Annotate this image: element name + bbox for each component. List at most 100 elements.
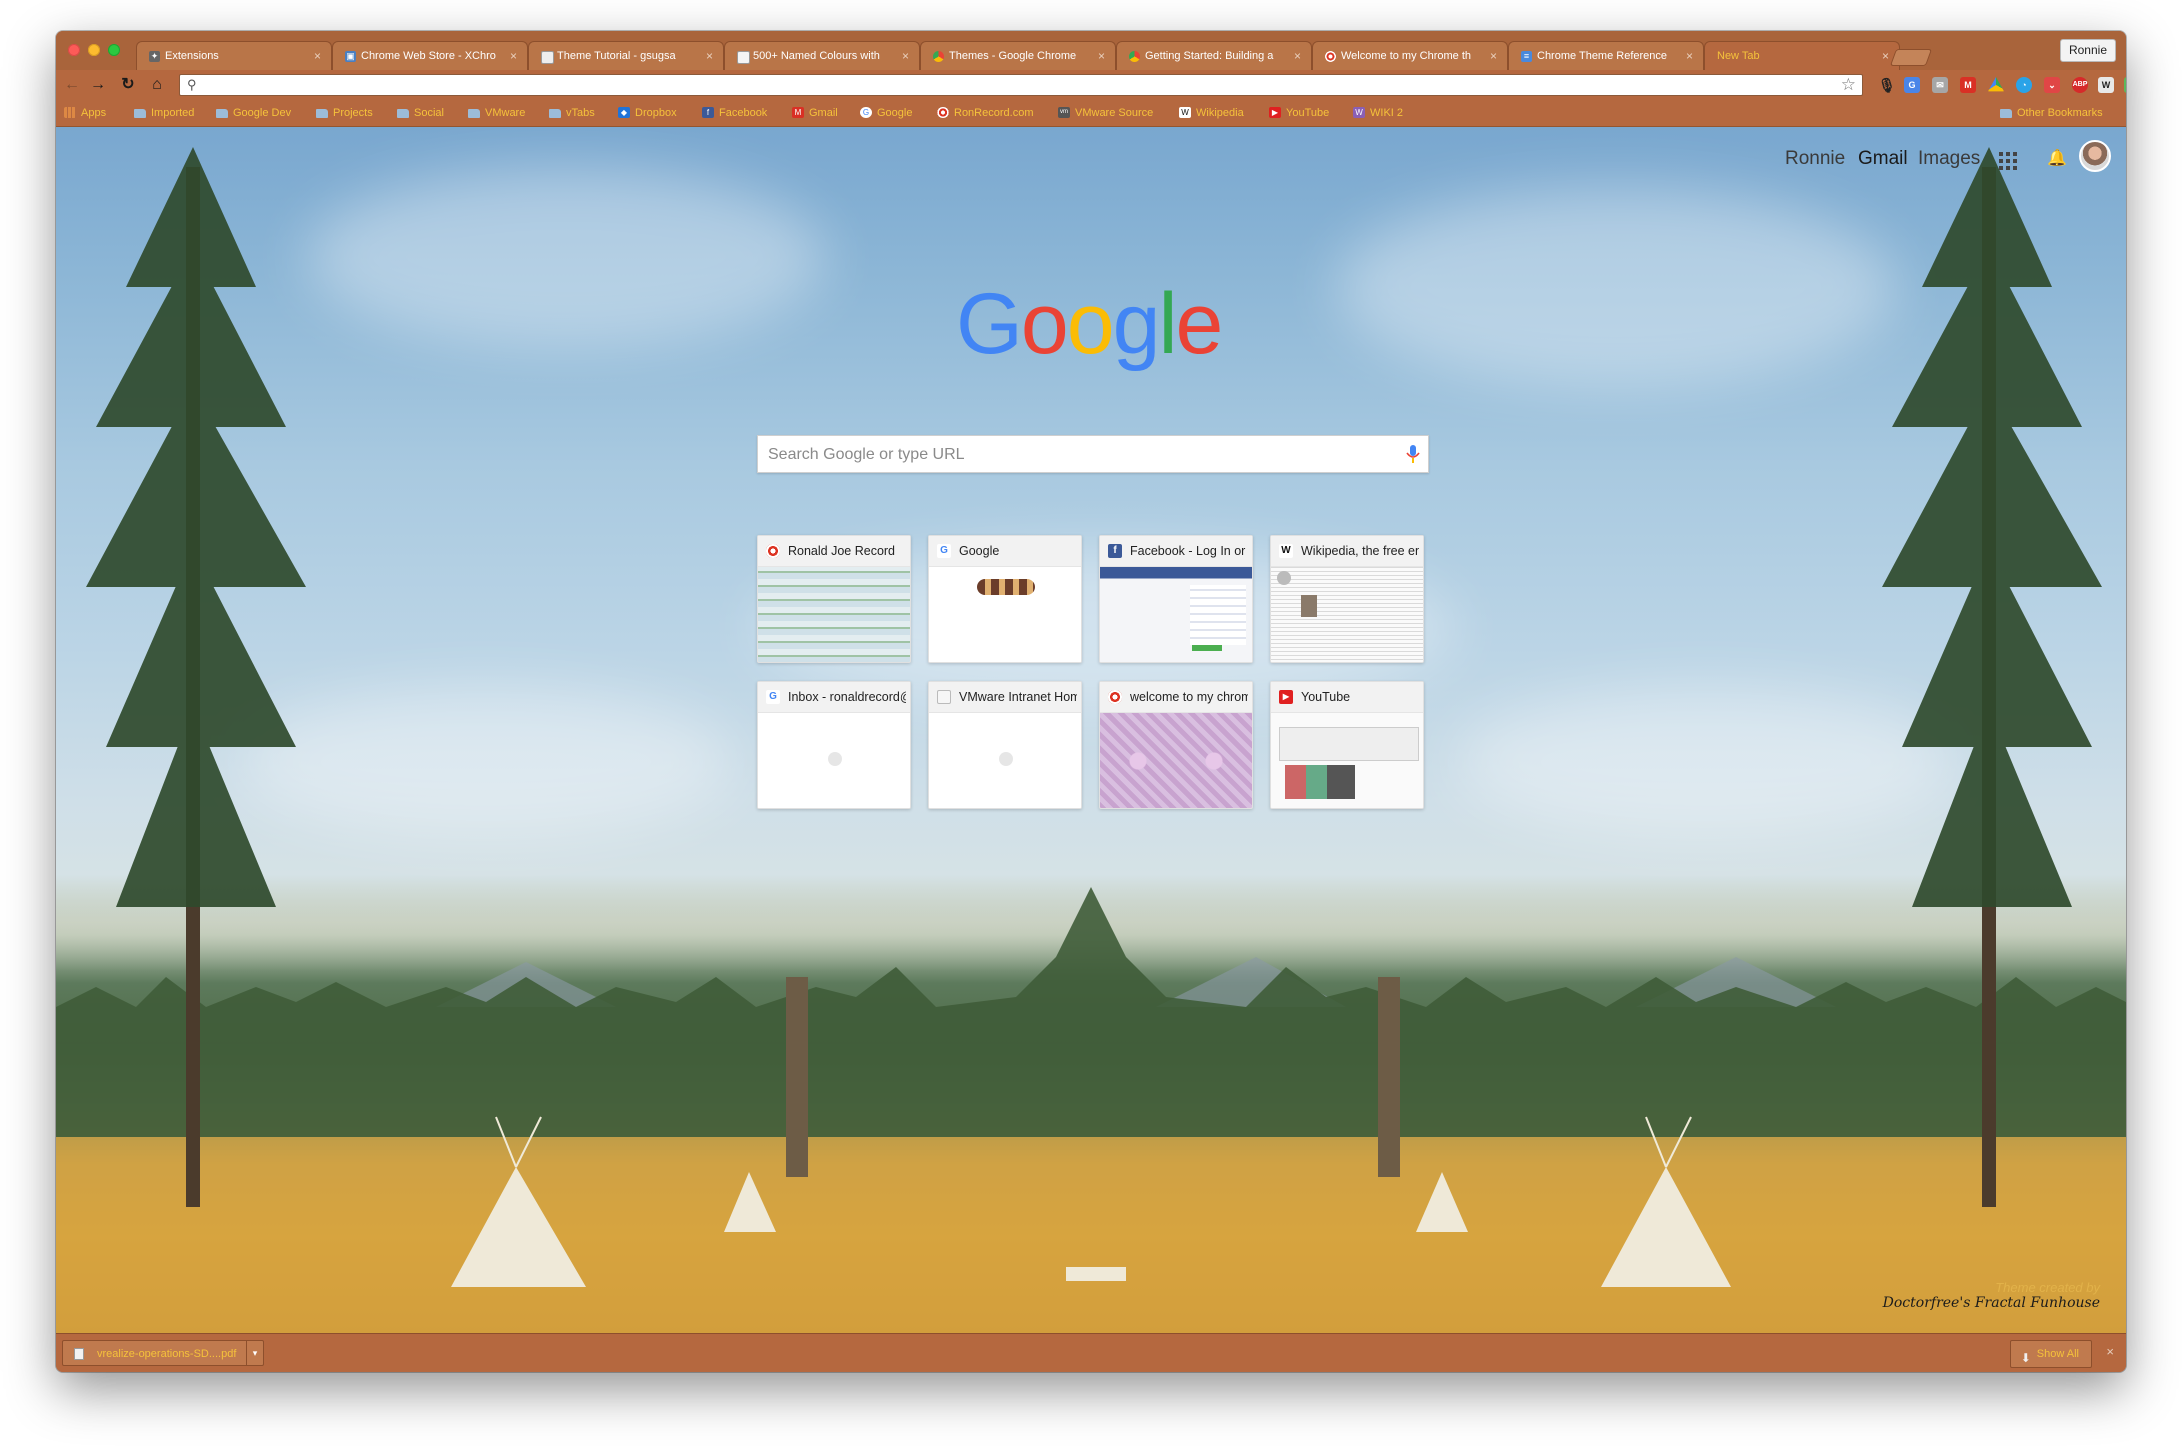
search-placeholder: Search Google or type URL xyxy=(768,446,965,463)
tile-title: VMware Intranet Hom xyxy=(959,690,1077,704)
images-link[interactable]: Images xyxy=(1918,148,1980,170)
bookmark-youtube[interactable]: ▶ YouTube xyxy=(1269,106,1329,120)
window-close-button[interactable] xyxy=(68,44,80,56)
most-visited-tile[interactable]: welcome to my chrom xyxy=(1099,681,1253,809)
close-icon[interactable]: × xyxy=(1490,49,1497,63)
download-item[interactable]: vrealize-operations-SD....pdf ▾ xyxy=(62,1340,264,1366)
bookmark-vmware[interactable]: VMware xyxy=(468,106,525,120)
tab-chrome-theme-reference[interactable]: ≡ Chrome Theme Reference × xyxy=(1508,41,1704,70)
chat-icon[interactable]: ◔ xyxy=(2016,77,2032,93)
new-tab-button[interactable] xyxy=(1889,49,1933,66)
pocket-icon[interactable]: ⌄ xyxy=(2044,77,2060,93)
bookmark-vmware-source[interactable]: vm VMware Source xyxy=(1058,106,1153,120)
google-logo: Google xyxy=(956,275,1236,375)
page-icon xyxy=(937,690,951,704)
most-visited-tile[interactable]: G Inbox - ronaldrecord@ xyxy=(757,681,911,809)
bookmark-social[interactable]: Social xyxy=(397,106,444,120)
adblock-icon[interactable]: ABP xyxy=(2072,77,2088,93)
wiki-icon[interactable]: W xyxy=(2098,77,2114,93)
tab-getting-started[interactable]: Getting Started: Building a × xyxy=(1116,41,1312,70)
close-icon[interactable]: × xyxy=(314,49,321,63)
tile-thumbnail xyxy=(1100,567,1252,662)
target-icon xyxy=(1325,51,1336,62)
mic-icon[interactable]: 🎙 xyxy=(1878,77,1896,93)
bookmark-wikipedia[interactable]: W Wikipedia xyxy=(1179,106,1244,120)
google-user-link[interactable]: Ronnie xyxy=(1785,148,1845,170)
wikipedia-globe-image xyxy=(1277,571,1291,585)
mail-icon[interactable]: ✉ xyxy=(1932,77,1948,93)
tab-named-colours[interactable]: 500+ Named Colours with × xyxy=(724,41,920,70)
close-icon[interactable]: × xyxy=(1294,49,1301,63)
tile-header: welcome to my chrom xyxy=(1100,682,1252,713)
search-input[interactable]: Search Google or type URL xyxy=(757,435,1429,473)
bookmark-facebook[interactable]: f Facebook xyxy=(702,106,767,120)
bookmark-google-dev[interactable]: Google Dev xyxy=(216,106,291,120)
tab-theme-tutorial[interactable]: Theme Tutorial - gsugsa × xyxy=(528,41,724,70)
forward-arrow-icon[interactable]: → xyxy=(88,75,108,95)
tile-thumbnail xyxy=(1271,567,1423,662)
bookmark-vtabs[interactable]: vTabs xyxy=(549,106,595,120)
tab-title: Theme Tutorial - gsugsa xyxy=(557,50,676,62)
close-icon[interactable]: × xyxy=(1686,49,1693,63)
folder-icon xyxy=(468,109,480,118)
tab-welcome-chrome-theme[interactable]: Welcome to my Chrome th × xyxy=(1312,41,1508,70)
evernote-icon[interactable]: ▮ xyxy=(2124,77,2126,93)
drive-icon[interactable] xyxy=(1988,77,2004,92)
download-file-name: vrealize-operations-SD....pdf xyxy=(97,1348,237,1360)
tab-title: Themes - Google Chrome xyxy=(949,50,1077,62)
toolbar: ← → ↻ ⌂ ⚲ ☆ 🎙 G ✉ M ◔ ⌄ ABP W ▮ xyxy=(56,70,2126,100)
doodle-image xyxy=(977,579,1035,595)
bookmark-projects[interactable]: Projects xyxy=(316,106,373,120)
most-visited-tile[interactable]: Ronald Joe Record xyxy=(757,535,911,663)
most-visited-tile[interactable]: W Wikipedia, the free en xyxy=(1270,535,1424,663)
pdf-file-icon xyxy=(74,1348,84,1360)
close-icon[interactable]: × xyxy=(510,49,517,63)
bookmark-dropbox[interactable]: ◆ Dropbox xyxy=(618,106,677,120)
gmail-link[interactable]: Gmail xyxy=(1858,148,1908,170)
tab-extensions[interactable]: ✦ Extensions × xyxy=(136,41,332,70)
show-all-label: Show All xyxy=(2036,1348,2079,1360)
avatar[interactable] xyxy=(2079,140,2111,172)
most-visited-tile[interactable]: VMware Intranet Hom xyxy=(928,681,1082,809)
most-visited-tile[interactable]: f Facebook - Log In or xyxy=(1099,535,1253,663)
tab-chrome-web-store[interactable]: ▣ Chrome Web Store - XChro × xyxy=(332,41,528,70)
gmail-icon[interactable]: M xyxy=(1960,77,1976,93)
translate-icon[interactable]: G xyxy=(1904,77,1920,93)
bookmark-ronrecord[interactable]: RonRecord.com xyxy=(937,106,1033,120)
tile-header: G Inbox - ronaldrecord@ xyxy=(758,682,910,713)
window-zoom-button[interactable] xyxy=(108,44,120,56)
show-all-downloads-button[interactable]: ⬇ Show All xyxy=(2009,1340,2092,1368)
close-icon[interactable]: × xyxy=(1098,49,1105,63)
close-icon[interactable]: × xyxy=(2106,1344,2114,1359)
tab-new-tab[interactable]: New Tab × xyxy=(1704,41,1900,70)
reload-icon[interactable]: ↻ xyxy=(118,75,138,95)
bookmark-apps[interactable]: Apps xyxy=(64,106,106,120)
bookmark-gmail[interactable]: M Gmail xyxy=(792,106,838,120)
mic-icon[interactable] xyxy=(1406,445,1420,465)
apps-grid-icon[interactable] xyxy=(1999,152,2017,170)
tab-themes-google-chrome[interactable]: Themes - Google Chrome × xyxy=(920,41,1116,70)
most-visited-tile[interactable]: G Google xyxy=(928,535,1082,663)
notifications-bell-icon[interactable]: 🔔 xyxy=(2047,148,2067,168)
bookmark-google[interactable]: G Google xyxy=(860,106,912,120)
puzzle-icon: ✦ xyxy=(149,51,160,62)
most-visited-tile[interactable]: ▶ YouTube xyxy=(1270,681,1424,809)
chevron-down-icon[interactable]: ▾ xyxy=(246,1341,263,1365)
bookmark-star-icon[interactable]: ☆ xyxy=(1841,75,1856,95)
profile-button[interactable]: Ronnie xyxy=(2059,39,2116,62)
wikipedia-icon: W xyxy=(1179,107,1191,118)
bookmark-imported[interactable]: Imported xyxy=(134,106,194,120)
back-arrow-icon[interactable]: ← xyxy=(62,75,82,95)
close-icon[interactable]: × xyxy=(706,49,713,63)
tile-title: welcome to my chrom xyxy=(1130,690,1248,704)
close-icon[interactable]: × xyxy=(1882,49,1889,63)
close-icon[interactable]: × xyxy=(902,49,909,63)
doc-icon: ≡ xyxy=(1521,51,1532,62)
bookmark-wiki2[interactable]: W WIKI 2 xyxy=(1353,106,1403,120)
home-icon[interactable]: ⌂ xyxy=(147,75,167,95)
logo-letter: e xyxy=(1176,276,1222,372)
tile-thumbnail xyxy=(929,713,1081,808)
omnibox[interactable]: ⚲ ☆ xyxy=(179,74,1863,96)
window-minimize-button[interactable] xyxy=(88,44,100,56)
bookmark-other-bookmarks[interactable]: Other Bookmarks xyxy=(2000,106,2103,120)
